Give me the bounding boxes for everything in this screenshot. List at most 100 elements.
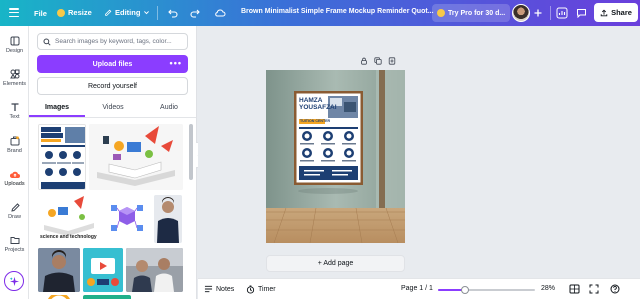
fullscreen-icon[interactable] [589,284,599,294]
elements-icon [9,69,19,79]
crown-icon [437,9,445,17]
group-photo-graphic [126,248,183,292]
duplicate-icon[interactable] [374,57,382,65]
uploaded-image-thumbnail[interactable] [89,124,183,190]
uploaded-image-thumbnail[interactable] [103,195,151,243]
comment-icon[interactable] [576,8,587,18]
search-input[interactable] [55,38,185,45]
timer-button[interactable]: Timer [246,285,276,294]
crown-icon [57,8,65,17]
bottom-bar: Notes Timer Page 1 / 1 28% [198,278,640,299]
rail-item-draw[interactable]: Draw [0,202,29,220]
rail-item-projects[interactable]: Projects [0,235,29,253]
rail-label: Text [9,114,20,120]
add-page-button[interactable]: + Add page [266,255,405,272]
document-title[interactable]: Brown Minimalist Simple Frame Mockup Rem… [241,8,434,15]
tab-audio[interactable]: Audio [141,100,196,117]
add-collaborator-icon[interactable] [533,8,543,18]
rail-label: Projects [4,247,25,253]
editing-mode-button[interactable]: Editing [104,8,150,17]
page-indicator-label: Page 1 / 1 [401,285,433,292]
poster-thumbnail-graphic [39,125,85,189]
canvas-area [198,26,640,278]
zoom-level-label: 28% [541,285,556,292]
add-page-icon[interactable] [388,57,396,65]
search-icon [43,37,51,46]
redo-icon[interactable] [190,8,200,18]
help-icon[interactable] [610,284,620,294]
sparkle-icon [9,276,19,286]
panel-scrollbar[interactable] [189,124,193,180]
upload-arrow-icon [600,9,608,16]
magic-assistant-button[interactable] [4,271,24,291]
menu-icon[interactable] [9,8,19,17]
rail-item-uploads[interactable]: Uploads [0,169,29,187]
frame-mockup-graphic [266,70,405,243]
file-menu[interactable]: File [34,9,47,18]
page-indicator[interactable]: Page 1 / 1 [401,285,433,292]
uploaded-image-thumbnail[interactable] [38,248,80,292]
left-rail: Design Elements Text Brand Uploads Draw … [0,26,29,299]
notes-label: Notes [216,285,235,293]
lock-icon[interactable] [360,57,368,65]
upload-files-label: Upload files [92,60,133,68]
uploaded-image-thumbnail[interactable] [126,248,183,292]
cloud-save-icon[interactable] [214,8,226,18]
poster-name-line1: HAMZA [299,97,323,104]
top-bar: File Resize Editing Brown Minimalist Sim… [0,0,640,26]
poster-subtitle: TUITION CENTER [300,119,331,123]
zoom-level[interactable]: 28% [541,285,555,292]
design-icon [10,36,19,46]
media-tabs: Images Videos Audio [29,100,196,118]
rail-item-brand[interactable]: Brand [0,136,29,154]
pencil-icon [105,9,112,16]
divider [157,6,158,20]
undo-icon[interactable] [168,8,178,18]
uploaded-image-thumbnail[interactable] [83,295,131,299]
zoom-slider-handle[interactable] [461,286,469,294]
person-photo-graphic [154,195,182,243]
poster-name-line2: YOUSAFZAI [299,104,337,111]
try-pro-button[interactable]: Try Pro for 30 d... [432,4,511,22]
more-options-icon[interactable]: ••• [170,59,182,68]
design-page[interactable]: HAMZA YOUSAFZAI TUITION CENTER [266,70,405,243]
rail-item-text[interactable]: Text [0,102,29,120]
tab-videos[interactable]: Videos [85,100,141,117]
uploaded-image-thumbnail[interactable] [83,248,123,292]
editing-label: Editing [115,8,141,17]
brand-icon [10,136,19,146]
partial-thumbnail-graphic [48,295,70,299]
rail-item-elements[interactable]: Elements [0,69,29,87]
chevron-down-icon [144,11,150,15]
person-photo-graphic [38,248,80,292]
uploads-panel: Upload files ••• Record yourself Images … [29,26,197,299]
share-label: Share [611,8,632,17]
record-yourself-button[interactable]: Record yourself [37,77,188,95]
share-button[interactable]: Share [594,3,638,22]
uploaded-image-thumbnail[interactable] [38,295,80,299]
grid-view-icon[interactable] [569,284,580,294]
rail-label: Elements [3,81,26,87]
file-label: File [34,9,47,18]
uploaded-image-thumbnail[interactable] [154,195,182,243]
try-pro-label: Try Pro for 30 d... [448,9,506,17]
draw-icon [10,203,20,212]
rail-label: Brand [7,148,22,154]
uploads-icon [9,171,20,178]
rail-label: Draw [8,214,21,220]
uploaded-image-thumbnail[interactable]: science and technology [38,195,100,243]
notes-button[interactable]: Notes [204,285,234,293]
tab-images[interactable]: Images [29,100,85,117]
rail-label: Design [5,48,24,54]
upload-files-button[interactable]: Upload files ••• [37,55,188,73]
resize-label: Resize [68,8,92,17]
resize-button[interactable]: Resize [57,8,92,17]
rail-label: Uploads [4,181,25,187]
projects-icon [10,237,19,244]
rail-item-design[interactable]: Design [0,36,29,54]
analytics-icon[interactable] [556,7,568,19]
education-illustration-graphic [89,124,183,190]
avatar[interactable] [512,4,530,22]
uploaded-image-thumbnail[interactable] [38,124,86,190]
search-box[interactable] [37,33,188,50]
